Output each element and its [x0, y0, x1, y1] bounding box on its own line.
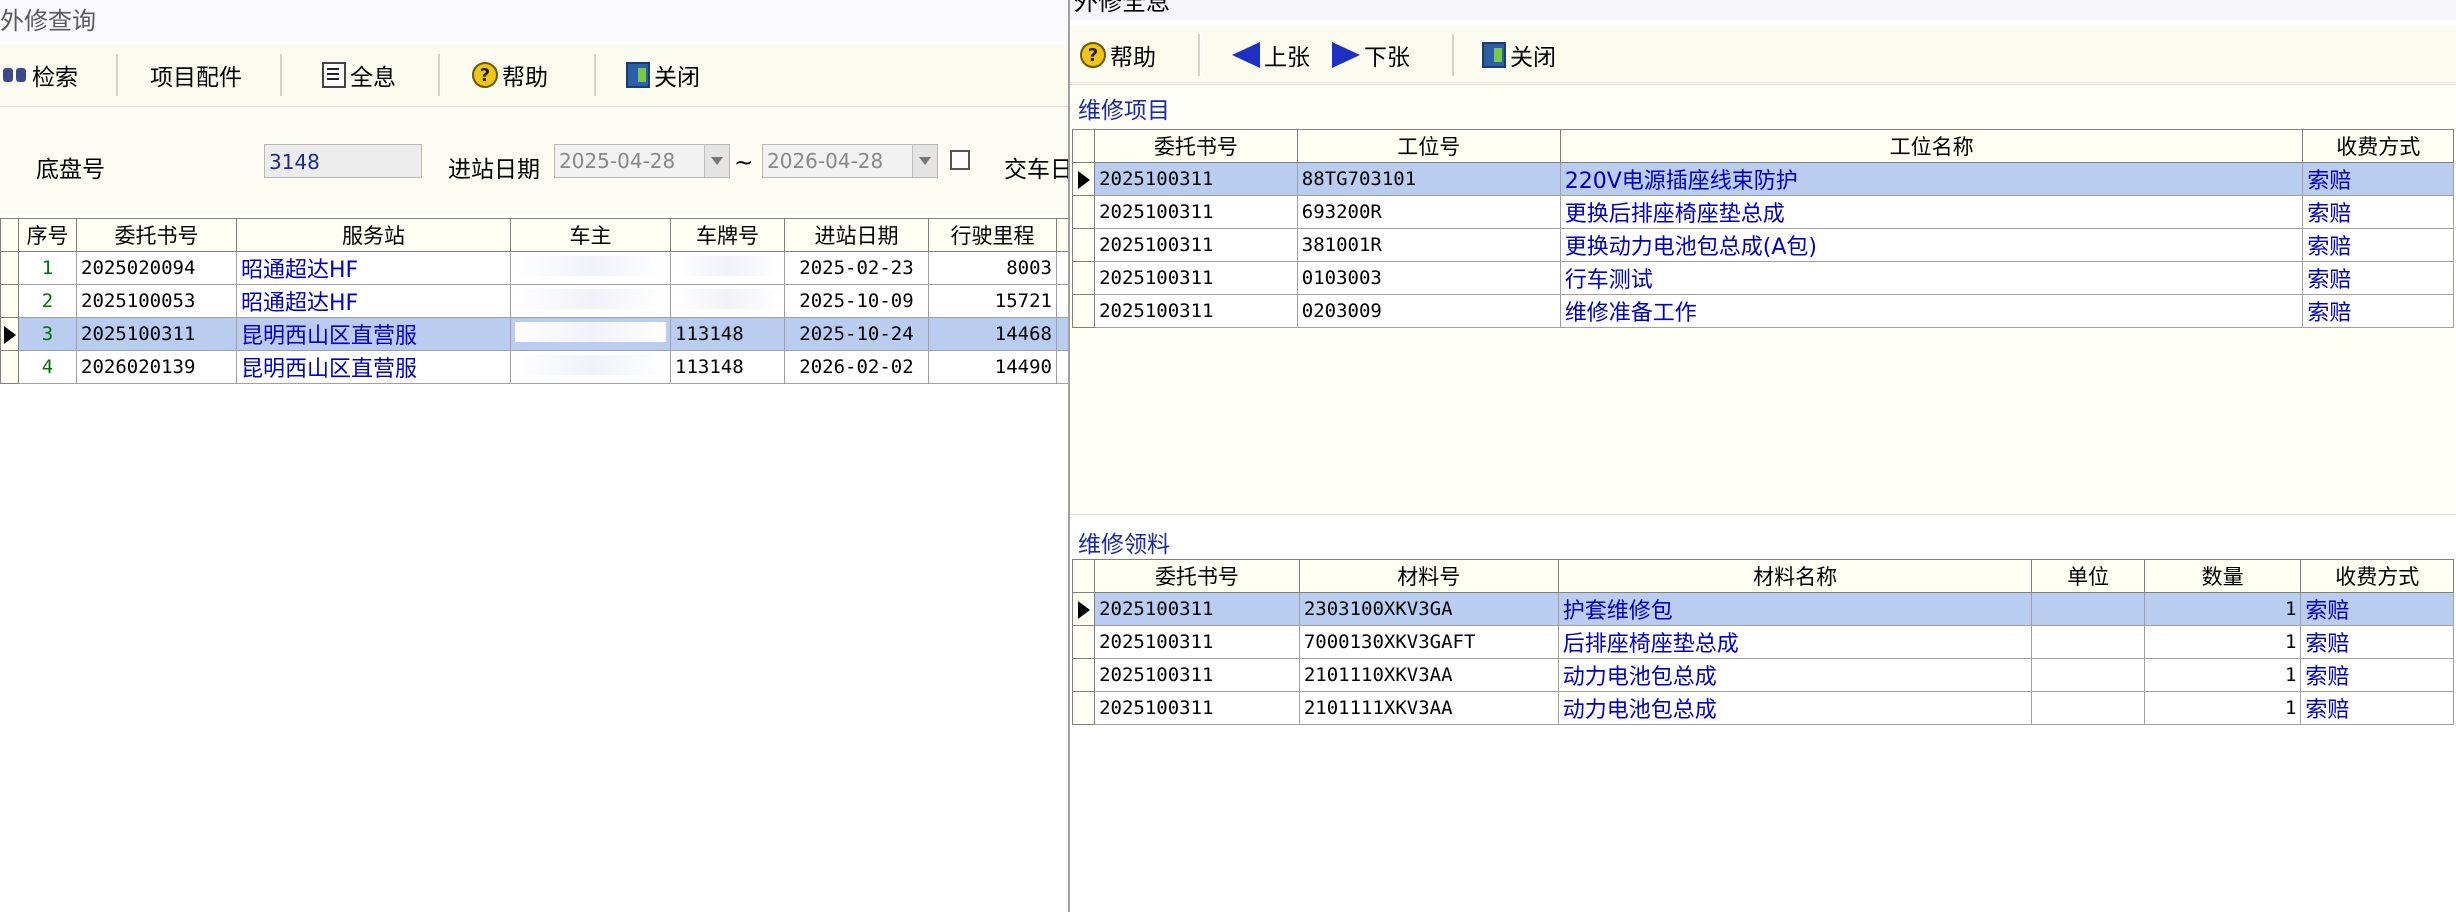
col-header-order[interactable]: 委托书号 — [1094, 559, 1300, 593]
table-row-selected[interactable]: 3 2025100311 昆明西山区直营服 113148 2025-10-24 … — [0, 317, 1068, 351]
document-icon — [322, 62, 346, 88]
chassis-input[interactable]: 3148 — [264, 144, 422, 178]
table-row[interactable]: 1 2025020094 昭通超达HF 2025-02-23 8003 — [0, 251, 1068, 285]
date-label: 进站日期 — [448, 157, 540, 183]
window-title: 外修全息 — [1070, 0, 2456, 20]
row-indicator-header — [0, 218, 19, 252]
repair-full-info-window: 外修全息 ? 帮助 上张 下张 关闭 维修项目 委托书号 工位号 工位名称 收费… — [1068, 0, 2456, 912]
toolbar-separator — [1452, 34, 1455, 76]
table-header-row: 委托书号 工位号 工位名称 收费方式 — [1071, 129, 2454, 163]
col-header-no[interactable]: 序号 — [18, 218, 77, 252]
col-header-order[interactable]: 委托书号 — [1094, 129, 1298, 163]
table-row[interactable]: 2025100311 7000130XKV3GAFT 后排座椅座垫总成 1 索赔 — [1071, 625, 2454, 659]
row-pointer-icon — [1077, 600, 1090, 619]
redacted-mask — [675, 288, 780, 309]
next-page-button[interactable]: 下张 — [1332, 34, 1410, 76]
col-header-qty[interactable]: 数量 — [2143, 559, 2302, 593]
table-row[interactable]: 2025100311 0203009 维修准备工作 索赔 — [1071, 294, 2454, 328]
table-row[interactable]: 2 2025100053 昭通超达HF 2025-10-09 15721 — [0, 284, 1068, 318]
chassis-label: 底盘号 — [36, 157, 105, 183]
window-title: 外修查询 — [0, 0, 1068, 42]
help-button[interactable]: ? 帮助 — [1080, 34, 1156, 76]
redacted-mask — [675, 255, 780, 276]
col-header-mileage[interactable]: 行驶里程 — [928, 218, 1057, 252]
repair-items-panel: 维修项目 委托书号 工位号 工位名称 收费方式 2025100311 88TG7… — [1070, 84, 2456, 513]
delivery-date-checkbox[interactable] — [950, 150, 970, 170]
owner-cell — [510, 284, 671, 318]
arrow-right-icon — [1332, 42, 1360, 68]
close-button[interactable]: 关闭 — [626, 54, 700, 96]
chevron-down-icon[interactable] — [912, 145, 937, 177]
col-header-owner[interactable]: 车主 — [510, 218, 671, 252]
close-button[interactable]: 关闭 — [1482, 34, 1556, 76]
toolbar-separator — [594, 54, 597, 96]
table-row[interactable]: 2025100311 0103003 行车测试 索赔 — [1071, 261, 2454, 295]
date-range-separator: ~ — [734, 150, 754, 176]
col-header-more[interactable] — [1056, 218, 1068, 252]
item-parts-button[interactable]: 项目配件 — [150, 54, 242, 96]
row-pointer-icon — [1077, 170, 1090, 189]
search-button[interactable]: 检索 — [2, 54, 78, 96]
row-pointer-icon — [3, 325, 16, 344]
toolbar-separator — [438, 54, 441, 96]
redacted-mask — [515, 255, 666, 276]
redacted-mask — [515, 321, 666, 342]
exit-door-icon — [1482, 42, 1506, 68]
table-row[interactable]: 2025100311 2101111XKV3AA 动力电池包总成 1 索赔 — [1071, 691, 2454, 725]
repair-query-window: 外修查询 检索 项目配件 全息 ? 帮助 关闭 底盘号 3148 进站日期 20… — [0, 0, 1068, 912]
repair-materials-table: 委托书号 材料号 材料名称 单位 数量 收费方式 2025100311 2303… — [1071, 559, 2454, 725]
repair-record-table: 序号 委托书号 服务站 车主 车牌号 进站日期 行驶里程 1 202502009… — [0, 218, 1068, 384]
col-header-name[interactable]: 工位名称 — [1559, 129, 2304, 163]
binoculars-icon — [2, 62, 28, 88]
col-header-code[interactable]: 工位号 — [1296, 129, 1561, 163]
col-header-order[interactable]: 委托书号 — [76, 218, 237, 252]
repair-items-title: 维修项目 — [1078, 98, 1170, 124]
plate-cell — [670, 251, 785, 285]
table-header-row: 序号 委托书号 服务站 车主 车牌号 进站日期 行驶里程 — [0, 218, 1068, 252]
redacted-mask — [515, 288, 666, 309]
table-row[interactable]: 2025100311 2101110XKV3AA 动力电池包总成 1 索赔 — [1071, 658, 2454, 692]
table-row[interactable]: 2025100311 381001R 更换动力电池包总成(A包) 索赔 — [1071, 228, 2454, 262]
prev-page-button[interactable]: 上张 — [1232, 34, 1310, 76]
plate-cell — [670, 284, 785, 318]
repair-items-table: 委托书号 工位号 工位名称 收费方式 2025100311 88TG703101… — [1071, 129, 2454, 328]
filter-bar: 底盘号 3148 进站日期 2025-04-28 ~ 2026-04-28 交车… — [0, 108, 1068, 214]
date-from-picker[interactable]: 2025-04-28 — [554, 144, 730, 178]
help-icon: ? — [472, 62, 498, 88]
chevron-down-icon[interactable] — [704, 145, 729, 177]
col-header-date[interactable]: 进站日期 — [784, 218, 929, 252]
owner-cell — [510, 317, 671, 351]
toolbar-separator — [116, 54, 119, 96]
repair-materials-panel: 维修领料 委托书号 材料号 材料名称 单位 数量 收费方式 2025100311… — [1070, 514, 2456, 912]
col-header-material-name[interactable]: 材料名称 — [1557, 559, 2033, 593]
owner-cell — [510, 251, 671, 285]
col-header-station[interactable]: 服务站 — [236, 218, 511, 252]
table-row-selected[interactable]: 2025100311 88TG703101 220V电源插座线束防护 索赔 — [1071, 162, 2454, 196]
table-header-row: 委托书号 材料号 材料名称 单位 数量 收费方式 — [1071, 559, 2454, 593]
full-info-button[interactable]: 全息 — [322, 54, 396, 96]
redacted-mask — [515, 354, 666, 375]
col-header-fee[interactable]: 收费方式 — [2300, 559, 2454, 593]
col-header-plate[interactable]: 车牌号 — [670, 218, 785, 252]
table-row-selected[interactable]: 2025100311 2303100XKV3GA 护套维修包 1 索赔 — [1071, 592, 2454, 626]
date-to-picker[interactable]: 2026-04-28 — [762, 144, 938, 178]
arrow-left-icon — [1232, 42, 1260, 68]
toolbar-separator — [1198, 34, 1201, 76]
help-icon: ? — [1080, 42, 1106, 68]
delivery-date-label: 交车日 — [1004, 157, 1068, 183]
table-row[interactable]: 2025100311 693200R 更换后排座椅座垫总成 索赔 — [1071, 195, 2454, 229]
help-button[interactable]: ? 帮助 — [472, 54, 548, 96]
table-row[interactable]: 4 2026020139 昆明西山区直营服 113148 2026-02-02 … — [0, 350, 1068, 384]
right-toolbar: ? 帮助 上张 下张 关闭 — [1070, 26, 2456, 83]
repair-materials-title: 维修领料 — [1078, 532, 1170, 558]
owner-cell — [510, 350, 671, 384]
left-toolbar: 检索 项目配件 全息 ? 帮助 关闭 — [0, 44, 1068, 107]
toolbar-separator — [280, 54, 283, 96]
exit-door-icon — [626, 62, 650, 88]
col-header-fee[interactable]: 收费方式 — [2302, 129, 2454, 163]
col-header-unit[interactable]: 单位 — [2031, 559, 2145, 593]
col-header-material-code[interactable]: 材料号 — [1298, 559, 1559, 593]
